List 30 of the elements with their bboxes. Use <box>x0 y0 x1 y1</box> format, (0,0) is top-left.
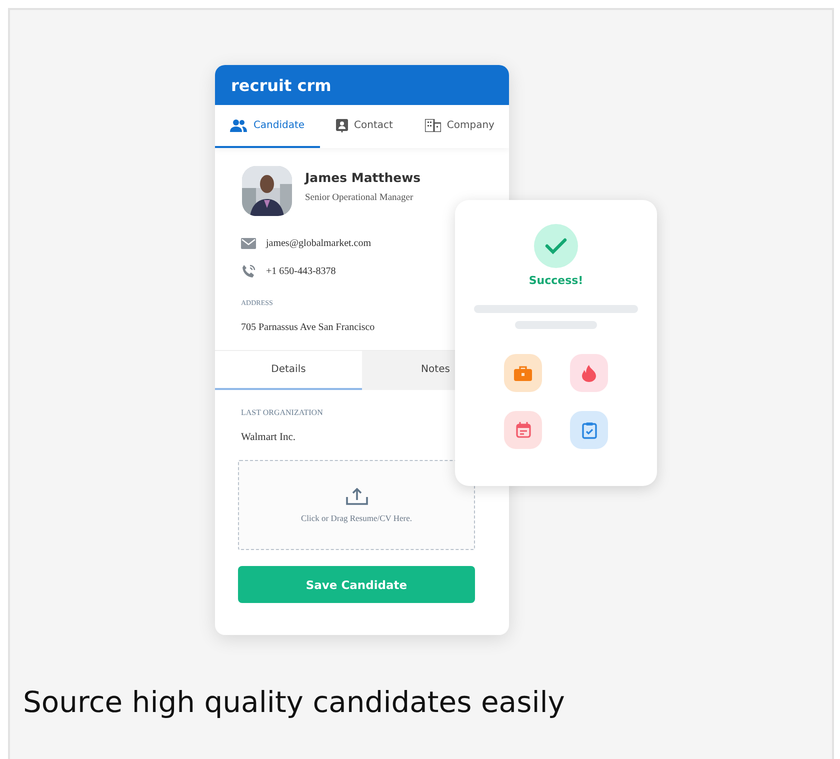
organization-text: Walmart Inc. <box>241 432 297 443</box>
email-text: james@globalmarket.com <box>266 238 372 249</box>
phone-icon <box>241 264 256 279</box>
upload-dropzone[interactable]: Click or Drag Resume/CV Here. <box>238 460 475 550</box>
building-icon <box>424 119 441 132</box>
clipboard-check-icon <box>582 422 596 438</box>
tab[interactable]: Candidate <box>215 105 320 148</box>
calendar-icon <box>516 422 530 438</box>
upload-hint: Click or Drag Resume/CV Here. <box>300 512 412 522</box>
field-label: LAST ORGANIZATION <box>241 408 324 417</box>
upload-icon <box>346 488 368 504</box>
address-text: 705 Parnassus Ave San Francisco <box>241 322 376 333</box>
caption: Source high quality candidates easily <box>23 685 566 719</box>
mail-icon <box>241 238 256 249</box>
people-icon <box>230 119 248 132</box>
contact-card-icon <box>336 118 348 132</box>
tab[interactable]: Company <box>408 105 509 148</box>
brand-logo: recruit crm <box>231 76 332 94</box>
job-title: Senior Operational Manager <box>305 193 414 203</box>
tab-label: Contact <box>354 120 393 131</box>
tab[interactable]: Contact <box>320 105 409 148</box>
check-icon <box>534 224 578 268</box>
phone-text: +1 650-443-8378 <box>266 266 336 277</box>
tab[interactable]: Details <box>215 351 362 390</box>
tab-label: Candidate <box>253 120 305 131</box>
briefcase-icon <box>514 366 532 380</box>
tab-label: Company <box>446 120 494 131</box>
flame-icon <box>582 364 596 382</box>
success-message: Success! <box>528 274 584 287</box>
candidate-name: James Matthews <box>305 170 421 185</box>
